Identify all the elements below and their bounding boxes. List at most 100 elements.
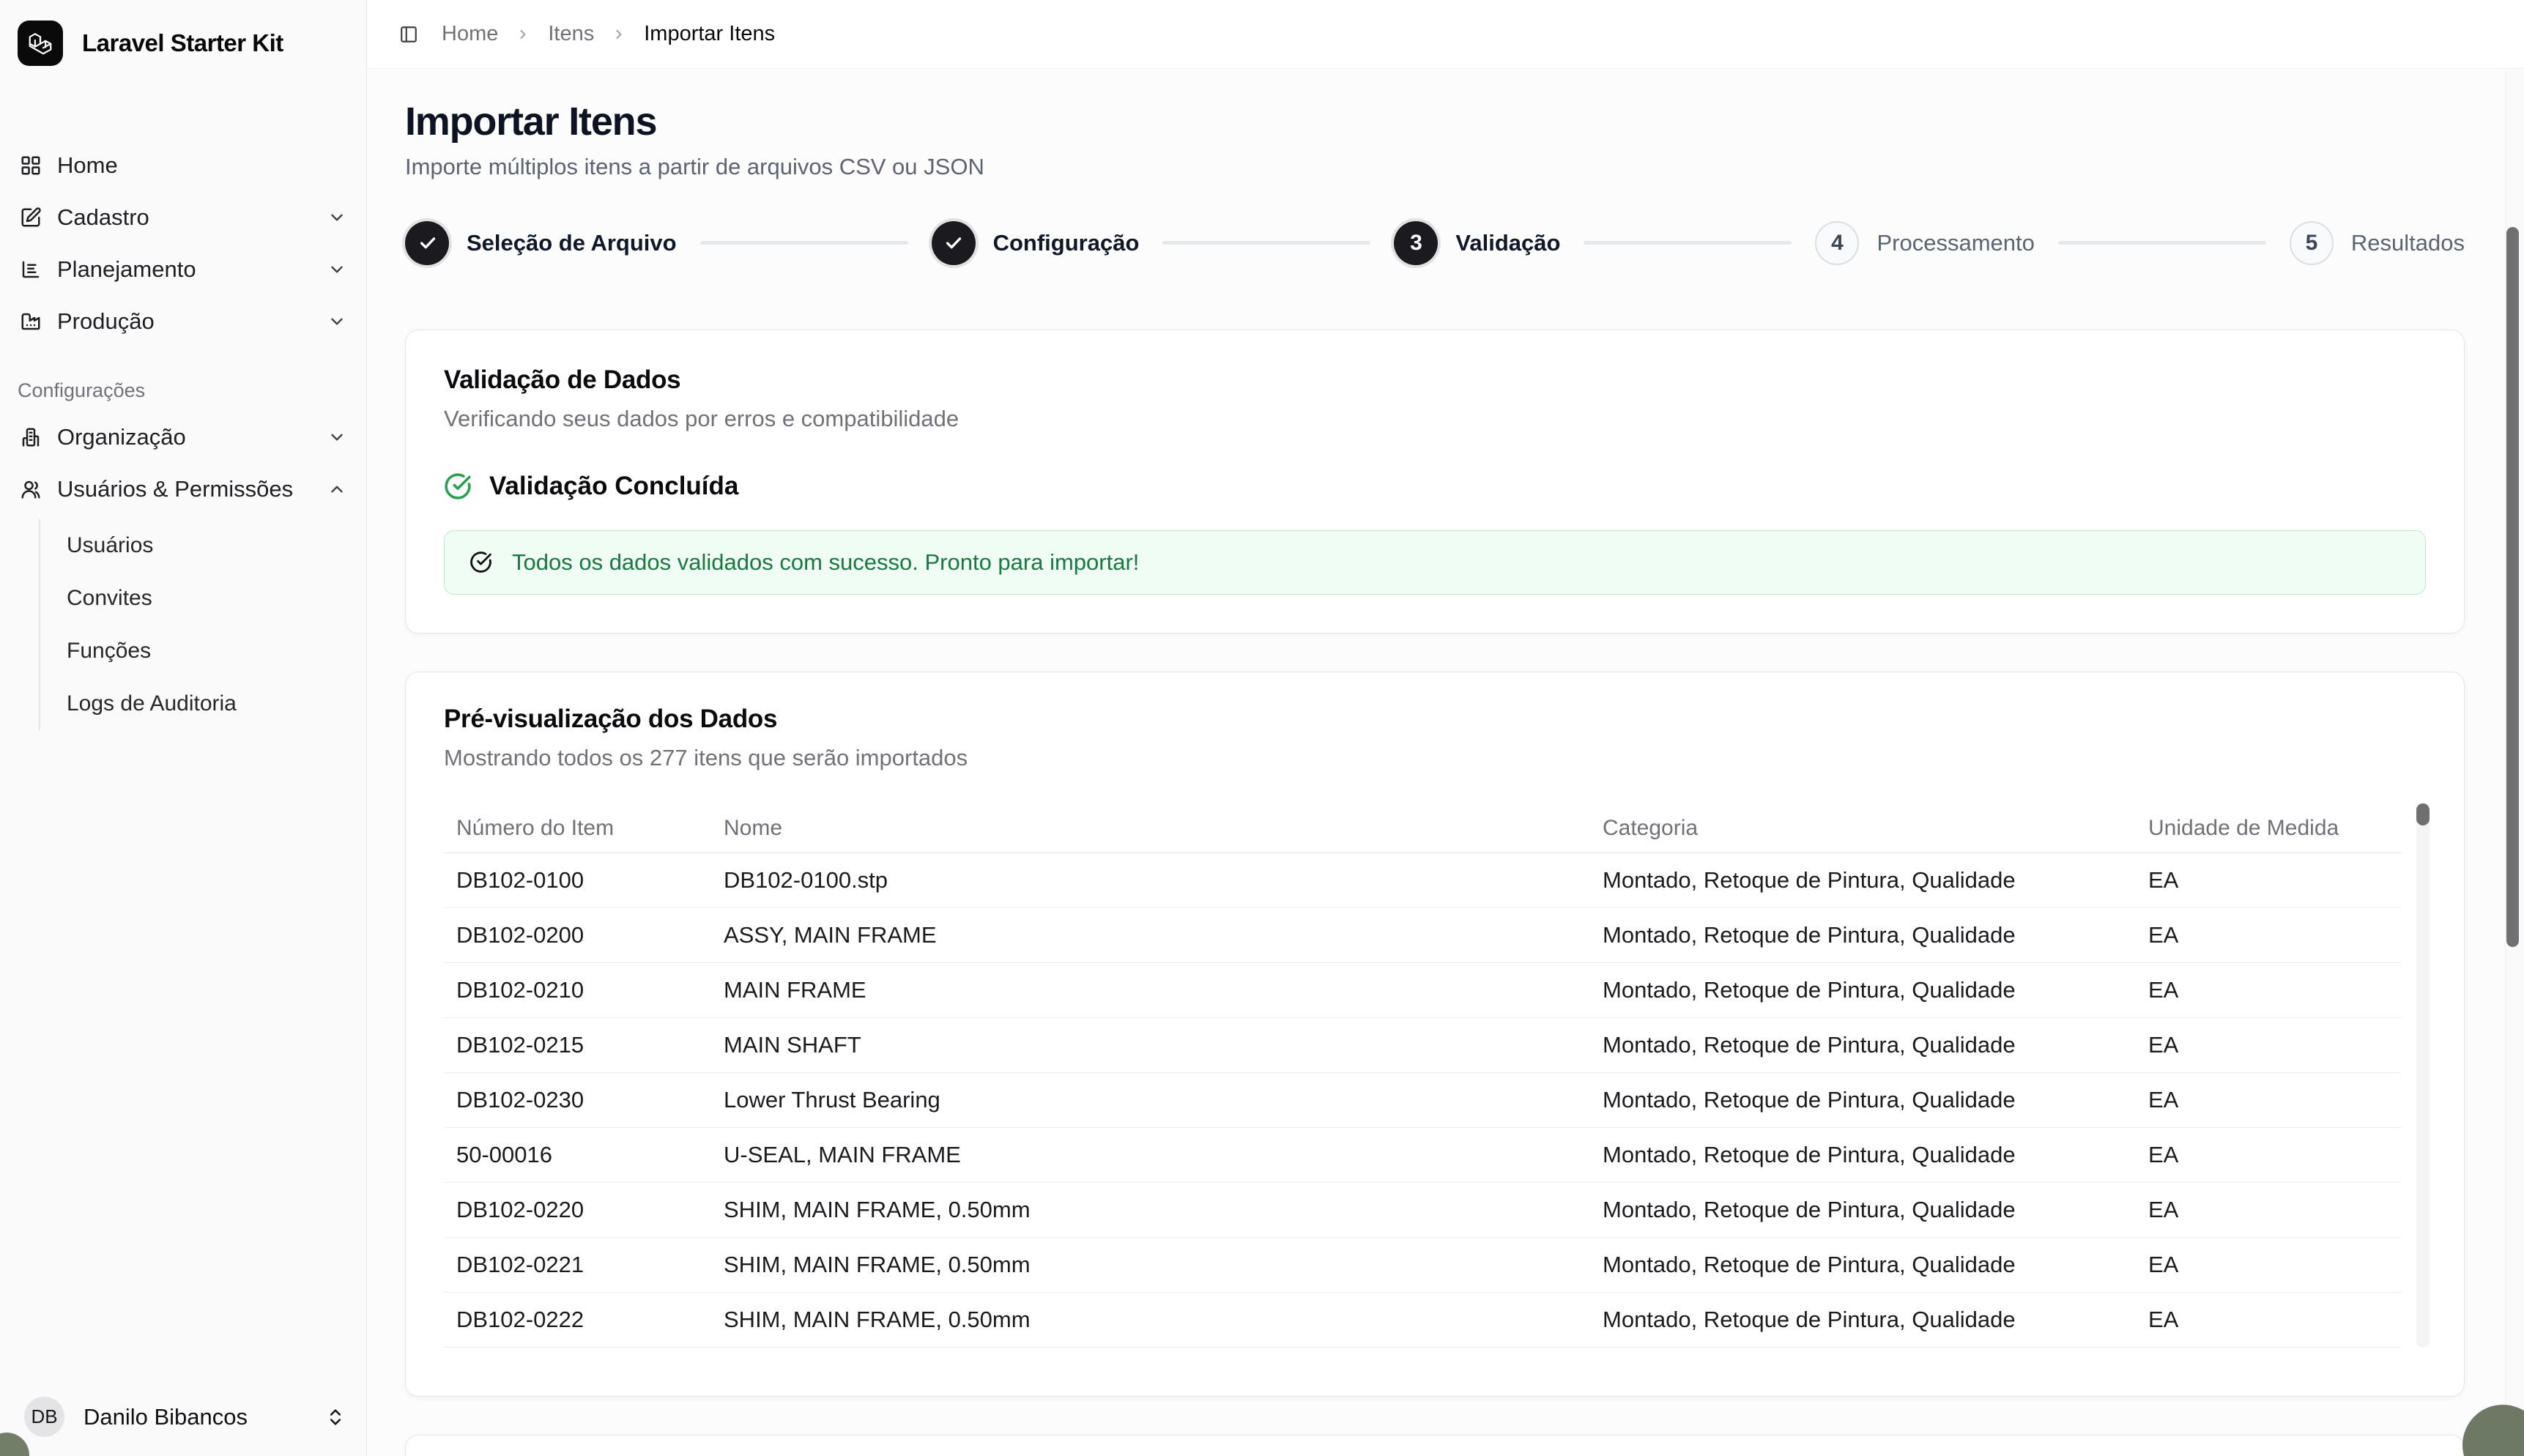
chevrons-up-down-icon — [325, 1407, 346, 1427]
cell-item-number: DB102-0230 — [444, 1087, 711, 1113]
sidebar-item-home[interactable]: Home — [9, 139, 357, 191]
cell-category: Montado, Retoque de Pintura, Qualidade — [1590, 1307, 2136, 1333]
sidebar-item-label: Planejamento — [57, 256, 196, 283]
cell-unit: EA — [2136, 977, 2401, 1003]
cell-name: MAIN SHAFT — [711, 1032, 1590, 1058]
chart-icon — [20, 259, 42, 281]
sidebar-item-planejamento[interactable]: Planejamento — [9, 243, 357, 295]
cell-name: SHIM, MAIN FRAME, 0.50mm — [711, 1252, 1590, 1278]
validation-status: Validação Concluída — [444, 472, 2426, 501]
cell-unit: EA — [2136, 1032, 2401, 1058]
sidebar-toggle-icon[interactable] — [399, 25, 418, 44]
cell-item-number: DB102-0100 — [444, 867, 711, 894]
sidebar-item-organizacao[interactable]: Organização — [9, 411, 357, 463]
cell-item-number: DB102-0200 — [444, 922, 711, 948]
table-row: DB102-0222 SHIM, MAIN FRAME, 0.50mm Mont… — [444, 1293, 2401, 1348]
table-row: DB102-0221 SHIM, MAIN FRAME, 0.50mm Mont… — [444, 1238, 2401, 1293]
cell-category: Montado, Retoque de Pintura, Qualidade — [1590, 1032, 2136, 1058]
sidebar-submenu: Usuários Convites Funções Logs de Audito… — [39, 519, 357, 730]
cell-unit: EA — [2136, 867, 2401, 894]
sidebar-spacer — [0, 730, 366, 1382]
breadcrumb-home[interactable]: Home — [442, 22, 498, 46]
step-number: 5 — [2290, 221, 2334, 265]
step-connector — [1584, 241, 1792, 245]
page-content: Importar Itens Importe múltiplos itens a… — [367, 69, 2524, 1456]
main-area: Home Itens Importar Itens Importar Itens… — [367, 0, 2524, 1456]
page-scrollbar-thumb[interactable] — [2506, 227, 2519, 947]
sidebar-item-label: Home — [57, 152, 118, 179]
sidebar-item-producao[interactable]: Produção — [9, 295, 357, 347]
submenu-label: Logs de Auditoria — [67, 691, 237, 716]
step-label: Validação — [1455, 230, 1560, 256]
table-header-row: Número do Item Nome Categoria Unidade de… — [444, 805, 2401, 853]
sidebar-subitem-usuarios[interactable]: Usuários — [40, 519, 357, 572]
step-label: Seleção de Arquivo — [467, 230, 677, 256]
submenu-label: Funções — [67, 639, 151, 664]
page-title: Importar Itens — [405, 101, 2465, 143]
chevron-right-icon — [612, 27, 626, 42]
sidebar-section-configuracoes: Configurações — [0, 379, 366, 402]
cell-category: Montado, Retoque de Pintura, Qualidade — [1590, 1142, 2136, 1168]
cell-unit: EA — [2136, 922, 2401, 948]
avatar: DB — [24, 1397, 64, 1437]
column-header-item-number: Número do Item — [444, 816, 711, 841]
table-row: DB102-0220 SHIM, MAIN FRAME, 0.50mm Mont… — [444, 1183, 2401, 1238]
grid-icon — [20, 155, 42, 177]
chevron-down-icon — [327, 260, 346, 279]
column-header-category: Categoria — [1590, 816, 2136, 841]
step-check-icon — [405, 221, 449, 265]
sidebar-subitem-logs-auditoria[interactable]: Logs de Auditoria — [40, 677, 357, 730]
app-name: Laravel Starter Kit — [82, 29, 283, 57]
sidebar-subitem-funcoes[interactable]: Funções — [40, 625, 357, 677]
page-subtitle: Importe múltiplos itens a partir de arqu… — [405, 154, 2465, 180]
sidebar-subitem-convites[interactable]: Convites — [40, 572, 357, 625]
cell-unit: EA — [2136, 1142, 2401, 1168]
step-connector — [2058, 241, 2266, 245]
validation-card-subtitle: Verificando seus dados por erros e compa… — [444, 406, 2426, 432]
users-icon — [20, 478, 42, 500]
step-label: Resultados — [2351, 230, 2465, 256]
sidebar-item-usuarios-permissoes[interactable]: Usuários & Permissões — [9, 463, 357, 515]
factory-icon — [20, 311, 42, 333]
breadcrumb: Home Itens Importar Itens — [442, 22, 775, 46]
preview-table: Número do Item Nome Categoria Unidade de… — [444, 805, 2426, 1348]
preview-card-subtitle: Mostrando todos os 277 itens que serão i… — [444, 745, 2426, 771]
table-scrollbar-thumb[interactable] — [2416, 803, 2430, 825]
table-scrollbar-track[interactable] — [2416, 802, 2430, 1348]
circle-check-icon — [469, 551, 492, 573]
sidebar-item-cadastro[interactable]: Cadastro — [9, 191, 357, 243]
table-row: DB102-0200 ASSY, MAIN FRAME Montado, Ret… — [444, 908, 2401, 963]
column-header-name: Nome — [711, 816, 1590, 841]
chevron-down-icon — [327, 428, 346, 447]
success-alert: Todos os dados validados com sucesso. Pr… — [444, 530, 2426, 595]
step-configuracao: Configuração — [932, 221, 1140, 265]
chevron-right-icon — [516, 27, 530, 42]
cell-name: Lower Thrust Bearing — [711, 1087, 1590, 1113]
app-logo-row[interactable]: Laravel Starter Kit — [0, 21, 366, 66]
data-preview-card: Pré-visualização dos Dados Mostrando tod… — [405, 672, 2465, 1397]
cell-unit: EA — [2136, 1197, 2401, 1223]
sidebar-settings-nav: Organização Usuários & Permissões Usuári… — [0, 411, 366, 730]
breadcrumb-current: Importar Itens — [644, 22, 775, 46]
submenu-label: Convites — [67, 586, 152, 611]
step-label: Configuração — [993, 230, 1140, 256]
submenu-label: Usuários — [67, 533, 153, 558]
cell-item-number: DB102-0215 — [444, 1032, 711, 1058]
sidebar-item-label: Produção — [57, 308, 155, 335]
chevron-down-icon — [327, 312, 346, 331]
user-menu[interactable]: DB Danilo Bibancos — [0, 1382, 366, 1456]
breadcrumb-itens[interactable]: Itens — [548, 22, 594, 46]
next-card-partial — [405, 1435, 2465, 1456]
cell-name: DB102-0100.stp — [711, 867, 1590, 894]
sidebar-item-label: Cadastro — [57, 204, 149, 231]
cell-category: Montado, Retoque de Pintura, Qualidade — [1590, 1252, 2136, 1278]
app-window: Laravel Starter Kit Home Cadastro Planej… — [0, 0, 2524, 1456]
table-row: DB102-0210 MAIN FRAME Montado, Retoque d… — [444, 963, 2401, 1018]
user-name: Danilo Bibancos — [83, 1404, 248, 1430]
step-check-icon — [932, 221, 976, 265]
step-processamento: 4 Processamento — [1815, 221, 2034, 265]
cell-name: ASSY, MAIN FRAME — [711, 922, 1590, 948]
cell-category: Montado, Retoque de Pintura, Qualidade — [1590, 977, 2136, 1003]
sidebar-item-label: Organização — [57, 424, 186, 450]
step-label: Processamento — [1877, 230, 2034, 256]
